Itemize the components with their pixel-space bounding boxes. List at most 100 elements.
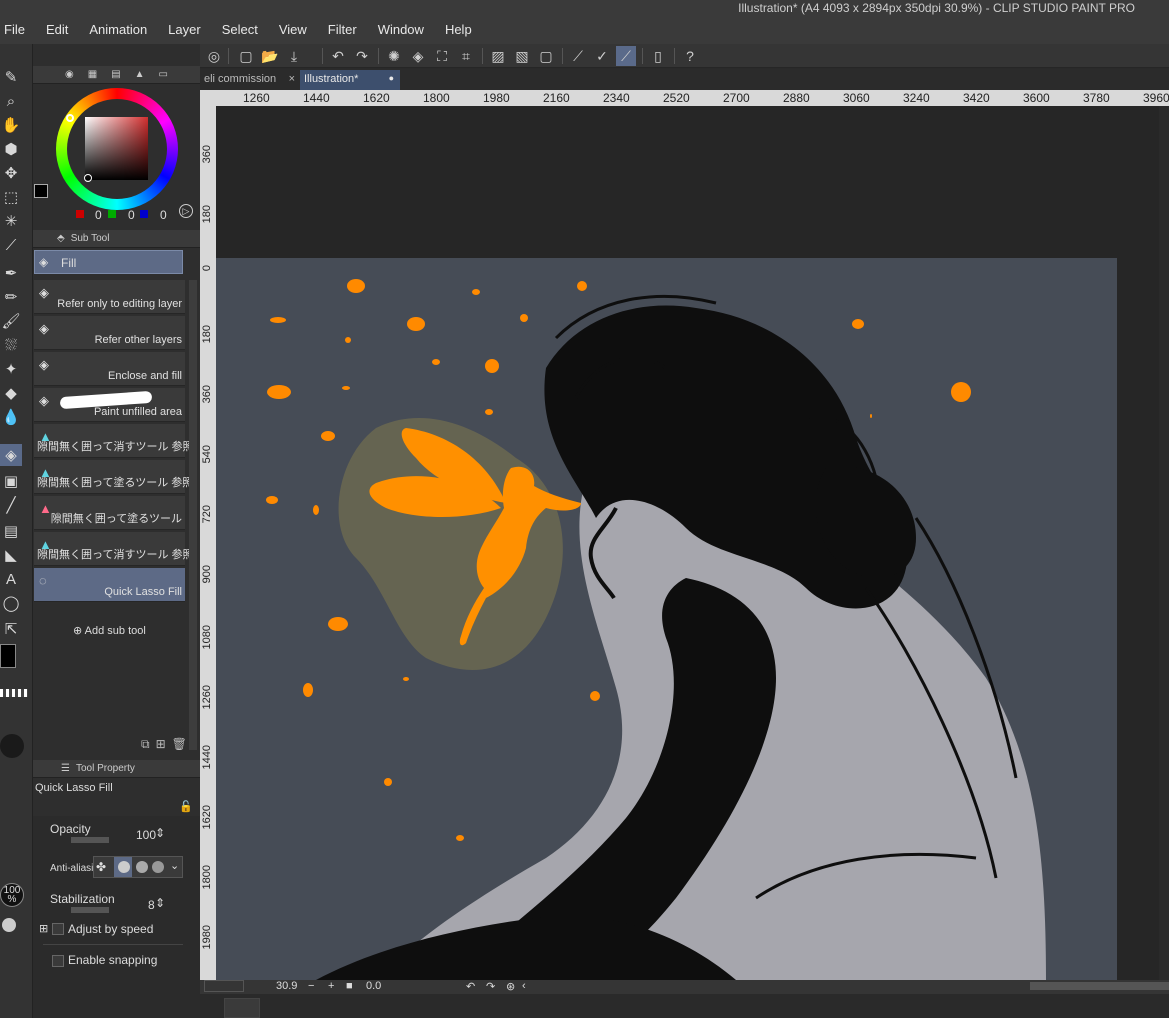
rotation-value[interactable]: 0.0 — [366, 980, 381, 992]
open-file-icon[interactable]: 📂 — [260, 46, 280, 66]
sub-tool-item[interactable]: ▲ 隙間無く囲って消すツール 参照 — [34, 532, 194, 566]
trash-icon[interactable]: 🗑 — [172, 737, 193, 751]
sub-tool-item[interactable]: ▲ 隙間無く囲って塗るツール 参照 — [34, 460, 193, 494]
blend-icon[interactable]: 💧 — [0, 406, 22, 428]
hue-marker[interactable] — [66, 114, 74, 122]
menu-filter[interactable]: Filter — [328, 22, 357, 37]
menu-animation[interactable]: Animation — [89, 22, 147, 37]
eraser-icon[interactable]: ◆ — [0, 382, 22, 404]
vertical-ruler[interactable]: 360 180 0 180 360 540 720 900 1080 1260 1440 1620 18… — [200, 90, 216, 980]
sub-tool-item[interactable]: ▲ 隙間無く囲って消すツール 参照 — [34, 424, 194, 458]
balloon-icon[interactable]: ◯ — [0, 592, 22, 614]
figure-icon[interactable]: ╱ — [0, 494, 22, 516]
vertical-scrollbar[interactable] — [1159, 106, 1169, 980]
scroll-left-icon[interactable]: ‹ — [522, 980, 526, 992]
lock-icon[interactable]: 🔓 — [179, 800, 193, 813]
pen-tool-icon[interactable]: ✎ — [0, 66, 22, 88]
canvas-workspace[interactable] — [216, 106, 1169, 980]
ruler-icon[interactable]: ◣ — [0, 544, 22, 566]
sub-tool-group-fill[interactable]: ◈ Fill — [34, 250, 183, 274]
brush-size-indicator[interactable]: 100 % — [0, 883, 24, 907]
menu-help[interactable]: Help — [445, 22, 472, 37]
history-tab-icon[interactable]: ▤ — [111, 69, 120, 80]
snap-grid-icon[interactable]: ⟋ — [616, 46, 636, 66]
zoom-in-icon[interactable]: + — [328, 980, 334, 992]
gradient-icon[interactable]: ▣ — [0, 470, 22, 492]
frame-border-icon[interactable]: ▤ — [0, 520, 22, 542]
zoom-value[interactable]: 30.9 — [276, 980, 297, 992]
reset-rotation-icon[interactable]: ⊛ — [506, 980, 515, 993]
sub-tool-item[interactable]: ◌ Quick Lasso Fill — [34, 568, 185, 602]
layer-panel-tab-icon[interactable] — [224, 998, 260, 1018]
opacity-slider[interactable] — [71, 837, 109, 843]
antialias-none-icon[interactable]: ✤ — [96, 860, 106, 874]
sub-tool-item[interactable]: ◈ Enclose and fill — [34, 352, 185, 386]
main-color-swatch[interactable] — [0, 644, 16, 668]
mountain-tab-icon[interactable]: ▲ — [135, 69, 145, 80]
menu-view[interactable]: View — [279, 22, 307, 37]
text-icon[interactable]: A — [0, 568, 22, 590]
menu-window[interactable]: Window — [378, 22, 424, 37]
fill-tool-icon[interactable]: ◈ — [0, 444, 22, 466]
eyedropper-icon[interactable]: ⟋ — [0, 234, 22, 256]
canvas[interactable] — [216, 258, 1117, 980]
color-set-tab-icon[interactable]: ▦ — [88, 69, 97, 80]
navigator-slider[interactable] — [204, 980, 244, 992]
redo-icon[interactable]: ↷ — [352, 46, 372, 66]
transparent-color-icon[interactable] — [0, 689, 28, 697]
fit-icon[interactable]: ■ — [346, 980, 353, 992]
color-main-mini[interactable] — [34, 184, 48, 198]
show-selection-icon[interactable]: ▢ — [536, 46, 556, 66]
add-sub-tool-button[interactable]: ⊕ Add sub tool — [73, 624, 146, 637]
sub-tool-item[interactable]: ◈ Refer other layers — [34, 316, 185, 350]
clip-studio-icon[interactable]: ◎ — [204, 46, 224, 66]
move-icon[interactable]: ✥ — [0, 162, 22, 184]
zoom-out-icon[interactable]: − — [308, 980, 314, 992]
zoom-icon[interactable]: ⌕ — [0, 90, 22, 112]
new-icon[interactable]: ⊞ — [156, 737, 172, 751]
chevron-down-icon[interactable]: ⌄ — [170, 859, 179, 872]
brush-size-knob[interactable] — [2, 918, 16, 932]
expand-plus-icon[interactable]: ⊞ — [39, 922, 48, 935]
sub-tool-scrollbar[interactable] — [189, 280, 197, 750]
object-icon[interactable]: ⬢ — [0, 138, 22, 160]
sub-tool-item[interactable]: ▲ 隙間無く囲って塗るツール — [34, 496, 185, 530]
rotate-right-icon[interactable]: ↷ — [486, 980, 495, 993]
enable-snapping-checkbox[interactable] — [52, 955, 64, 967]
correct-line-icon[interactable]: ⇱ — [0, 618, 22, 640]
sub-tool-item[interactable]: ◈ Refer only to editing layer — [34, 280, 185, 314]
color-mode-icon[interactable]: ▷ — [179, 204, 193, 218]
pencil-icon[interactable]: ✏ — [0, 286, 22, 308]
color-marker[interactable] — [84, 174, 92, 182]
opacity-stepper-icon[interactable]: ⇕ — [155, 826, 165, 840]
color-wheel-tab-icon[interactable]: ◉ — [65, 69, 74, 80]
tab-illustration[interactable]: Illustration* ● — [300, 70, 400, 90]
tab-eli-commission[interactable]: eli commission × — [200, 70, 298, 90]
save-icon[interactable]: ⤓ — [284, 46, 304, 66]
stabilization-value[interactable]: 8 — [148, 898, 155, 912]
color-saturation-square[interactable] — [85, 117, 148, 180]
horizontal-scrollbar[interactable] — [1030, 982, 1169, 990]
adjust-by-speed-checkbox[interactable] — [52, 923, 64, 935]
crop-icon[interactable]: ⌗ — [456, 46, 476, 66]
deselect-icon[interactable]: ▨ — [488, 46, 508, 66]
undo-icon[interactable]: ↶ — [328, 46, 348, 66]
menu-edit[interactable]: Edit — [46, 22, 68, 37]
copy-icon[interactable]: ⧉ — [141, 737, 156, 751]
color-wheel[interactable] — [56, 88, 178, 210]
antialias-medium-icon[interactable] — [136, 861, 148, 873]
menu-layer[interactable]: Layer — [168, 22, 201, 37]
opacity-value[interactable]: 100 — [136, 828, 156, 842]
selection-icon[interactable]: ⬚ — [0, 186, 22, 208]
antialias-strong-icon[interactable] — [152, 861, 164, 873]
loading-icon[interactable]: ✺ — [384, 46, 404, 66]
hand-icon[interactable]: ✋ — [0, 114, 22, 136]
close-icon[interactable]: × — [289, 73, 295, 85]
smartphone-icon[interactable]: ▯ — [648, 46, 668, 66]
fill-icon[interactable]: ◈ — [408, 46, 428, 66]
sub-tool-item[interactable]: ◈ Paint unfilled area — [34, 388, 185, 422]
snap-ruler-icon[interactable]: ⟋ — [568, 46, 588, 66]
antialias-selector[interactable]: ✤ ⌄ — [93, 856, 183, 878]
brush-icon[interactable]: 🖌 — [0, 310, 22, 332]
new-file-icon[interactable]: ▢ — [236, 46, 256, 66]
